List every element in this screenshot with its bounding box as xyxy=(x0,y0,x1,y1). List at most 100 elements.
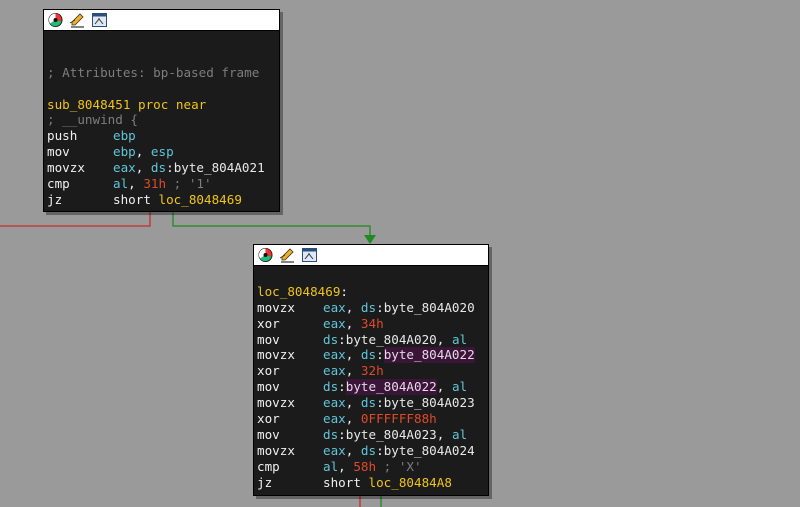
operand-var[interactable]: byte_804A020 xyxy=(384,300,475,316)
node-code-lines: ; Attributes: bp-based frame sub_8048451 … xyxy=(44,31,279,208)
operand-reg[interactable]: eax xyxy=(323,300,346,316)
operand-reg[interactable]: eax xyxy=(323,443,346,459)
edge-false-branch xyxy=(0,210,151,227)
graph-view-icon[interactable] xyxy=(301,247,318,263)
function-name[interactable]: sub_8048451 xyxy=(47,97,130,113)
operand-punct: : xyxy=(338,426,346,442)
instruction-mnemonic: xor xyxy=(257,411,280,427)
operand-reg[interactable]: eax xyxy=(323,347,346,363)
code-line[interactable]: mov ds: byte_804A022, al xyxy=(257,379,488,396)
instruction-mnemonic: movzx xyxy=(257,395,295,411)
operand-punct: , xyxy=(345,363,361,379)
operand-hl[interactable]: byte_804A022 xyxy=(345,379,437,396)
instruction-mnemonic: movzx xyxy=(257,442,295,458)
operand-hex: 31h xyxy=(143,176,167,192)
operand-reg[interactable]: eax xyxy=(323,411,346,427)
code-line[interactable]: ; __unwind { xyxy=(47,112,279,128)
code-line[interactable]: jz short loc_8048469 xyxy=(47,192,279,208)
operand-seg: ds xyxy=(360,347,377,363)
comment-text: ; Attributes: bp-based frame xyxy=(47,64,260,80)
operand-punct: , xyxy=(436,379,452,395)
code-line[interactable] xyxy=(47,49,279,65)
code-line[interactable]: xor eax, 0FFFFFF88h xyxy=(257,411,488,427)
color-wheel-icon[interactable] xyxy=(257,247,274,263)
operand-punct: , xyxy=(436,426,452,442)
operand-punct: short xyxy=(113,191,159,207)
operand-reg[interactable]: al xyxy=(452,379,467,395)
code-block-loc-8048469[interactable]: loc_8048469: movzx eax, ds: byte_804A020 xor… xyxy=(253,244,489,496)
code-line[interactable]: movzx eax, ds: byte_804A024 xyxy=(257,443,488,459)
code-line[interactable]: cmp al, 58h ; 'X' xyxy=(257,459,488,475)
code-line[interactable] xyxy=(257,268,488,284)
rename-pencil-icon[interactable] xyxy=(279,247,296,263)
code-line[interactable]: movzx eax, ds: byte_804A021 xyxy=(47,160,279,176)
code-line[interactable]: loc_8048469: xyxy=(257,284,488,300)
code-line[interactable]: ; Attributes: bp-based frame xyxy=(47,65,279,81)
edge-true-branch xyxy=(172,210,371,236)
rename-pencil-icon[interactable] xyxy=(69,12,86,28)
operand-reg[interactable]: eax xyxy=(113,160,136,176)
instruction-mnemonic: xor xyxy=(257,315,280,331)
operand-var[interactable]: byte_804A024 xyxy=(384,443,475,459)
code-line[interactable]: push ebp xyxy=(47,128,279,144)
node-toolbar xyxy=(254,245,488,266)
code-line[interactable]: movzx eax, ds: byte_804A020 xyxy=(257,300,488,316)
label-colon: : xyxy=(340,283,348,299)
location-label[interactable]: loc_8048469 xyxy=(257,284,340,300)
operand-var[interactable]: byte_804A023 xyxy=(346,427,437,443)
operand-reg[interactable]: ebp xyxy=(113,128,136,144)
code-line[interactable]: sub_8048451 proc near xyxy=(47,97,279,113)
code-line[interactable]: xor eax, 32h xyxy=(257,363,488,379)
code-line[interactable]: movzx eax, ds: byte_804A023 xyxy=(257,395,488,411)
graph-view-icon[interactable] xyxy=(91,12,108,28)
operand-var[interactable]: byte_804A021 xyxy=(174,160,265,176)
code-line[interactable]: jz short loc_80484A8 xyxy=(257,475,488,491)
operand-hex: 32h xyxy=(360,363,384,379)
color-wheel-icon[interactable] xyxy=(47,12,64,28)
code-line[interactable] xyxy=(47,33,279,49)
code-block-sub-8048451[interactable]: ; Attributes: bp-based frame sub_8048451 … xyxy=(43,9,280,212)
operand-punct: : xyxy=(376,347,384,363)
operand-punct: , xyxy=(135,144,151,160)
instruction-mnemonic: jz xyxy=(257,474,273,490)
operand-punct: : xyxy=(376,395,384,411)
operand-punct: , xyxy=(345,299,361,315)
operand-punct: short xyxy=(323,474,369,490)
operand-reg[interactable]: al xyxy=(323,459,338,475)
operand-reg[interactable]: eax xyxy=(323,395,346,411)
code-line[interactable]: mov ds: byte_804A020, al xyxy=(257,332,488,348)
operand-seg: ds xyxy=(360,442,377,458)
operand-punct: , xyxy=(436,331,452,347)
operand-seg: ds xyxy=(323,331,339,347)
operand-punct: , xyxy=(345,315,361,331)
operand-reg[interactable]: al xyxy=(113,176,128,192)
instruction-mnemonic: mov xyxy=(257,426,280,442)
operand-var[interactable]: byte_804A020 xyxy=(346,332,437,348)
code-line[interactable]: xor eax, 34h xyxy=(257,316,488,332)
operand-loc[interactable]: loc_80484A8 xyxy=(369,475,452,491)
instruction-mnemonic: xor xyxy=(257,363,280,379)
code-line[interactable]: movzx eax, ds: byte_804A022 xyxy=(257,347,488,364)
code-line[interactable]: cmp al, 31h ; '1' xyxy=(47,176,279,192)
operand-reg[interactable]: al xyxy=(452,427,467,443)
operand-reg[interactable]: al xyxy=(452,332,467,348)
operand-reg[interactable]: esp xyxy=(151,144,174,160)
operand-loc[interactable]: loc_8048469 xyxy=(159,192,242,208)
operand-var[interactable]: byte_804A023 xyxy=(384,395,475,411)
code-line[interactable]: mov ds: byte_804A023, al xyxy=(257,427,488,443)
operand-punct: : xyxy=(376,299,384,315)
operand-punct: , xyxy=(345,442,361,458)
code-line[interactable] xyxy=(47,81,279,97)
operand-hl[interactable]: byte_804A022 xyxy=(383,347,475,364)
instruction-mnemonic: mov xyxy=(47,144,70,160)
instruction-mnemonic: cmp xyxy=(47,176,70,192)
operand-punct: : xyxy=(338,379,346,395)
operand-reg[interactable]: eax xyxy=(323,316,346,332)
code-line[interactable]: mov ebp, esp xyxy=(47,144,279,160)
operand-punct: , xyxy=(345,411,361,427)
proc-keyword: proc near xyxy=(138,96,207,112)
operand-reg[interactable]: eax xyxy=(323,363,346,379)
operand-reg[interactable]: ebp xyxy=(113,144,136,160)
operand-seg: ds xyxy=(360,299,377,315)
